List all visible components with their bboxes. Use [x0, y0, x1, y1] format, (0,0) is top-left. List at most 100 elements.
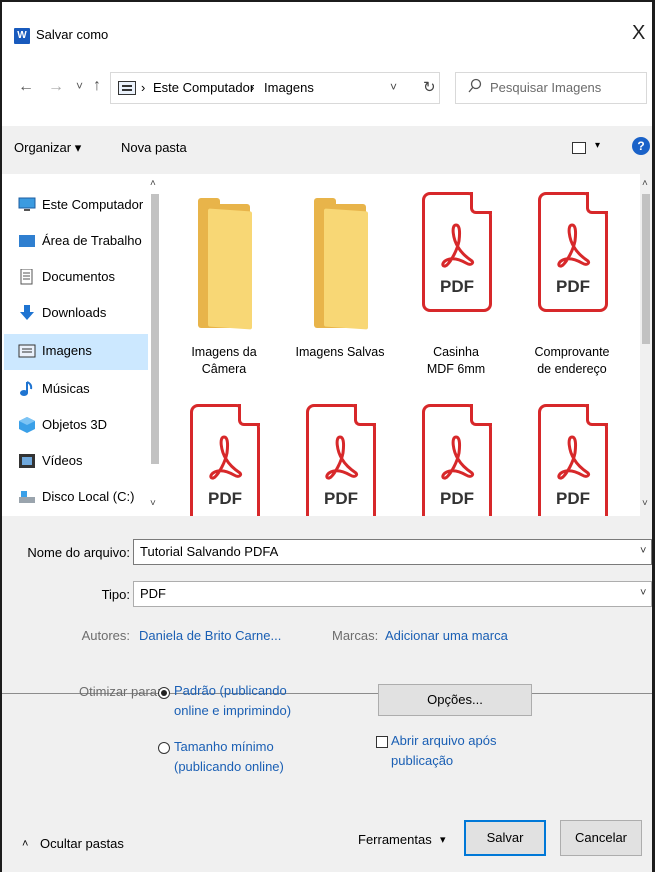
view-options-icon[interactable]	[572, 142, 586, 154]
help-icon[interactable]: ?	[632, 137, 650, 155]
recent-locations-chevron-icon[interactable]: ˅	[76, 79, 83, 93]
file-item-pdf[interactable]: PDF	[168, 386, 280, 516]
sidebar-item-musicas[interactable]: Músicas	[18, 372, 164, 408]
hide-folders-chevron-icon[interactable]: ˄	[22, 838, 28, 850]
pdf-file-icon: PDF	[422, 192, 492, 312]
breadcrumb-este-computador[interactable]: Este Computador	[153, 80, 254, 95]
pdf-label: PDF	[556, 277, 590, 296]
file-list-scroll-thumb[interactable]	[642, 194, 650, 344]
file-list-scrollbar[interactable]	[640, 174, 652, 516]
computer-icon	[18, 197, 36, 213]
up-arrow-icon[interactable]: ↑	[93, 77, 101, 95]
open-after-publish-label-line1[interactable]: Abrir arquivo após	[391, 731, 497, 751]
sidebar-item-label: Disco Local (C:)	[42, 489, 135, 504]
sidebar-item-downloads[interactable]: Downloads	[18, 296, 164, 332]
tags-label: Marcas:	[332, 628, 379, 643]
filename-input[interactable]: Tutorial Salvando PDFA	[133, 539, 652, 565]
optimize-standard-label-line2[interactable]: online e imprimindo)	[174, 701, 291, 721]
sidebar-item-label: Vídeos	[42, 453, 83, 468]
folder-item-imagens-salvas[interactable]: Imagens Salvas	[284, 174, 396, 378]
window-title: Salvar como	[36, 27, 109, 42]
open-after-publish-label-line2[interactable]: publicação	[391, 751, 453, 771]
sidebar-item-label: Imagens	[42, 343, 92, 358]
hide-folders-button[interactable]: Ocultar pastas	[40, 836, 124, 851]
sidebar-item-label: Este Computador	[42, 197, 144, 212]
sidebar-item-videos[interactable]: Vídeos	[18, 444, 164, 480]
pdf-file-icon: PDF	[422, 404, 492, 516]
pdf-file-icon: PDF	[190, 404, 260, 516]
file-name: Imagens da Câmera	[191, 345, 257, 376]
file-list: Imagens da Câmera Imagens Salvas PDF Cas…	[162, 174, 640, 516]
pictures-icon	[18, 343, 36, 359]
filename-label: Nome do arquivo:	[27, 545, 130, 560]
toolbar	[2, 126, 652, 174]
options-button[interactable]: Opções...	[378, 684, 532, 716]
close-icon[interactable]: X	[632, 22, 645, 45]
word-app-icon: W	[14, 28, 30, 44]
address-dropdown-chevron-icon[interactable]: ˅	[390, 80, 397, 94]
type-dropdown-chevron-icon[interactable]: ˅	[640, 587, 646, 599]
type-label: Tipo:	[101, 587, 130, 602]
type-select[interactable]: PDF	[133, 581, 652, 607]
pdf-label: PDF	[440, 489, 474, 508]
pdf-label: PDF	[440, 277, 474, 296]
file-item-pdf[interactable]: PDF	[516, 386, 628, 516]
file-name: Imagens Salvas	[295, 345, 385, 359]
file-item-pdf[interactable]: PDF	[400, 386, 512, 516]
window-frame-top	[0, 0, 655, 2]
optimize-standard-radio[interactable]	[158, 687, 170, 699]
view-options-caret-icon[interactable]: ▾	[595, 140, 600, 151]
pc-location-icon	[118, 81, 136, 95]
optimize-standard-label-line1[interactable]: Padrão (publicando	[174, 681, 287, 701]
filename-dropdown-chevron-icon[interactable]: ˅	[640, 545, 646, 557]
search-icon	[468, 78, 482, 97]
sidebar-item-documentos[interactable]: Documentos	[18, 260, 164, 296]
tools-caret-icon[interactable]: ▾	[440, 833, 446, 846]
sidebar-item-label: Objetos 3D	[42, 417, 108, 432]
sidebar-item-objetos-3d[interactable]: Objetos 3D	[18, 408, 164, 444]
navigation-pane: Este Computador Área de Trabalho Documen…	[2, 174, 162, 516]
sidebar-item-label: Downloads	[42, 305, 107, 320]
back-arrow-icon[interactable]: ←	[18, 78, 34, 96]
optimize-minimum-radio[interactable]	[158, 742, 170, 754]
cancel-button[interactable]: Cancelar	[560, 820, 642, 856]
file-item-comprovante-de-endereco[interactable]: PDF Comprovante de endereço	[516, 174, 628, 378]
file-item-pdf[interactable]: PDF	[284, 386, 396, 516]
folder-icon	[314, 198, 372, 330]
file-list-scroll-down-icon[interactable]: ˅	[642, 498, 648, 509]
refresh-icon[interactable]: ↻	[423, 78, 436, 96]
new-folder-button[interactable]: Nova pasta	[121, 140, 187, 155]
authors-value[interactable]: Daniela de Brito Carne...	[139, 628, 281, 643]
optimize-minimum-label-line2[interactable]: (publicando online)	[174, 757, 284, 777]
optimize-label: Otimizar para:	[79, 684, 161, 699]
open-after-publish-checkbox[interactable]	[376, 736, 388, 748]
save-button[interactable]: Salvar	[464, 820, 546, 856]
sidebar-item-imagens[interactable]: Imagens	[4, 334, 150, 370]
documents-icon	[18, 268, 36, 285]
forward-arrow-icon[interactable]: →	[48, 78, 64, 96]
add-tag-link[interactable]: Adicionar uma marca	[385, 628, 508, 643]
sidebar-scroll-down-icon[interactable]: ˅	[150, 498, 156, 509]
file-item-casinha-mdf[interactable]: PDF Casinha MDF 6mm	[400, 174, 512, 378]
search-placeholder: Pesquisar Imagens	[490, 80, 602, 95]
pdf-file-icon: PDF	[538, 404, 608, 516]
desktop-icon	[18, 233, 36, 249]
sidebar-scroll-thumb[interactable]	[151, 194, 159, 464]
sidebar-item-area-de-trabalho[interactable]: Área de Trabalho	[18, 224, 164, 260]
pdf-label: PDF	[324, 489, 358, 508]
tools-menu-button[interactable]: Ferramentas	[358, 832, 432, 847]
file-name: Casinha MDF 6mm	[426, 345, 486, 376]
file-name: Comprovante de endereço	[534, 345, 610, 376]
file-list-scroll-up-icon[interactable]: ˄	[642, 178, 648, 189]
breadcrumb-separator: ›	[250, 80, 255, 95]
sidebar-item-disco-local[interactable]: Disco Local (C:)	[18, 480, 164, 516]
breadcrumb-separator: ›	[141, 80, 146, 95]
folder-item-imagens-da-camera[interactable]: Imagens da Câmera	[168, 174, 280, 378]
organize-menu-button[interactable]: Organizar ▾	[14, 140, 81, 156]
sidebar-scrollbar[interactable]	[148, 174, 162, 516]
breadcrumb-imagens[interactable]: Imagens	[264, 80, 314, 95]
drive-icon	[18, 489, 36, 505]
sidebar-scroll-up-icon[interactable]: ˄	[150, 178, 156, 189]
sidebar-item-este-computador[interactable]: Este Computador	[18, 188, 164, 224]
optimize-minimum-label-line1[interactable]: Tamanho mínimo	[174, 737, 274, 757]
